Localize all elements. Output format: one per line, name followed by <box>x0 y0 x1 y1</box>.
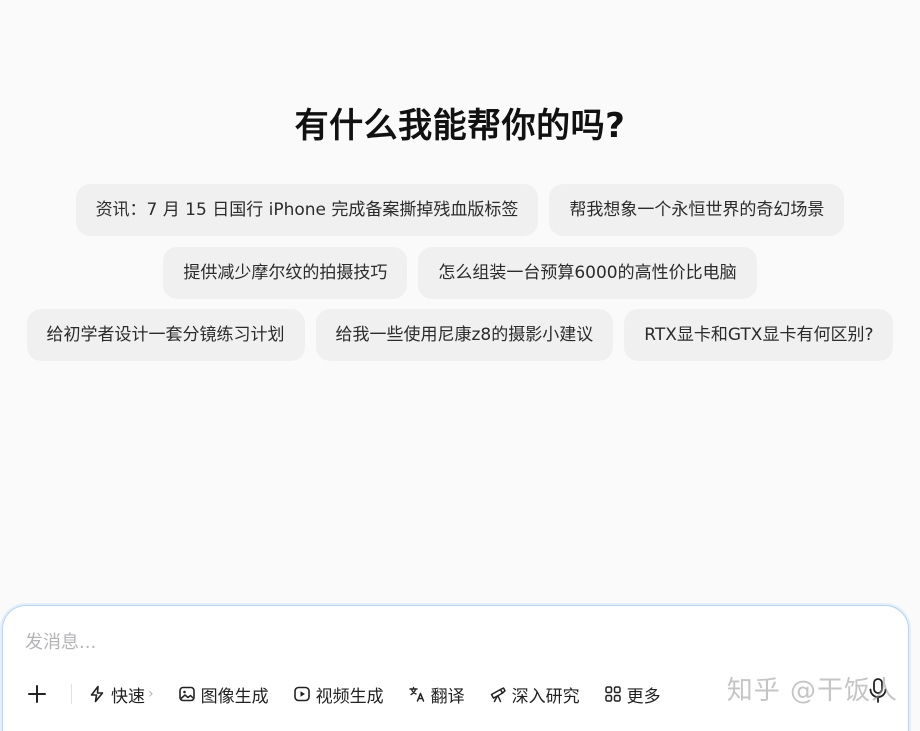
suggestion-chip[interactable]: 提供减少摩尔纹的拍摄技巧 <box>163 247 408 299</box>
mode-fast-button[interactable]: 快速 › <box>82 676 160 712</box>
chevron-right-icon: › <box>148 686 154 702</box>
tool-label: 更多 <box>626 686 661 707</box>
suggestion-chip[interactable]: 给我一些使用尼康z8的摄影小建议 <box>315 309 614 361</box>
image-generation-button[interactable]: 图像生成 <box>172 676 275 712</box>
voice-input-button[interactable] <box>866 677 890 705</box>
page-title: 有什么我能帮你的吗? <box>294 106 626 146</box>
tool-label: 翻译 <box>430 686 465 707</box>
tool-label: 快速 <box>111 686 145 707</box>
message-composer: 快速 › 图像生成 视频生成 翻译 <box>2 605 909 731</box>
video-icon <box>293 685 311 703</box>
plus-icon <box>28 685 46 703</box>
toolbar-divider <box>71 684 72 704</box>
suggestion-chip[interactable]: 资讯：7 月 15 日国行 iPhone 完成备案撕掉残血版标签 <box>75 184 539 236</box>
message-input[interactable] <box>25 628 885 656</box>
tool-label: 深入研究 <box>511 686 580 707</box>
tool-label: 图像生成 <box>200 686 269 707</box>
more-button[interactable]: 更多 <box>598 676 667 712</box>
deep-research-button[interactable]: 深入研究 <box>483 676 586 712</box>
chat-home: 有什么我能帮你的吗? 资讯：7 月 15 日国行 iPhone 完成备案撕掉残血… <box>0 0 920 731</box>
grid-icon <box>604 685 622 703</box>
suggestion-row: 资讯：7 月 15 日国行 iPhone 完成备案撕掉残血版标签 帮我想象一个永… <box>0 184 920 236</box>
lightning-icon <box>88 685 106 703</box>
translate-icon <box>408 685 426 703</box>
suggestion-chip[interactable]: 给初学者设计一套分镜练习计划 <box>26 309 305 361</box>
tool-label: 视频生成 <box>315 686 384 707</box>
image-icon <box>178 685 196 703</box>
suggestion-row: 给初学者设计一套分镜练习计划 给我一些使用尼康z8的摄影小建议 RTX显卡和GT… <box>0 309 920 361</box>
translate-button[interactable]: 翻译 <box>402 676 471 712</box>
suggestion-chip[interactable]: 帮我想象一个永恒世界的奇幻场景 <box>549 184 845 236</box>
composer-toolbar: 快速 › 图像生成 视频生成 翻译 深入研究 更多 <box>3 676 910 712</box>
suggestion-chip[interactable]: 怎么组装一台预算6000的高性价比电脑 <box>418 247 757 299</box>
suggestion-row: 提供减少摩尔纹的拍摄技巧 怎么组装一台预算6000的高性价比电脑 <box>0 247 920 299</box>
telescope-icon <box>489 685 507 703</box>
video-generation-button[interactable]: 视频生成 <box>287 676 390 712</box>
microphone-icon <box>869 678 887 703</box>
suggestion-chip[interactable]: RTX显卡和GTX显卡有何区别? <box>624 309 894 361</box>
attach-button[interactable] <box>17 676 57 712</box>
